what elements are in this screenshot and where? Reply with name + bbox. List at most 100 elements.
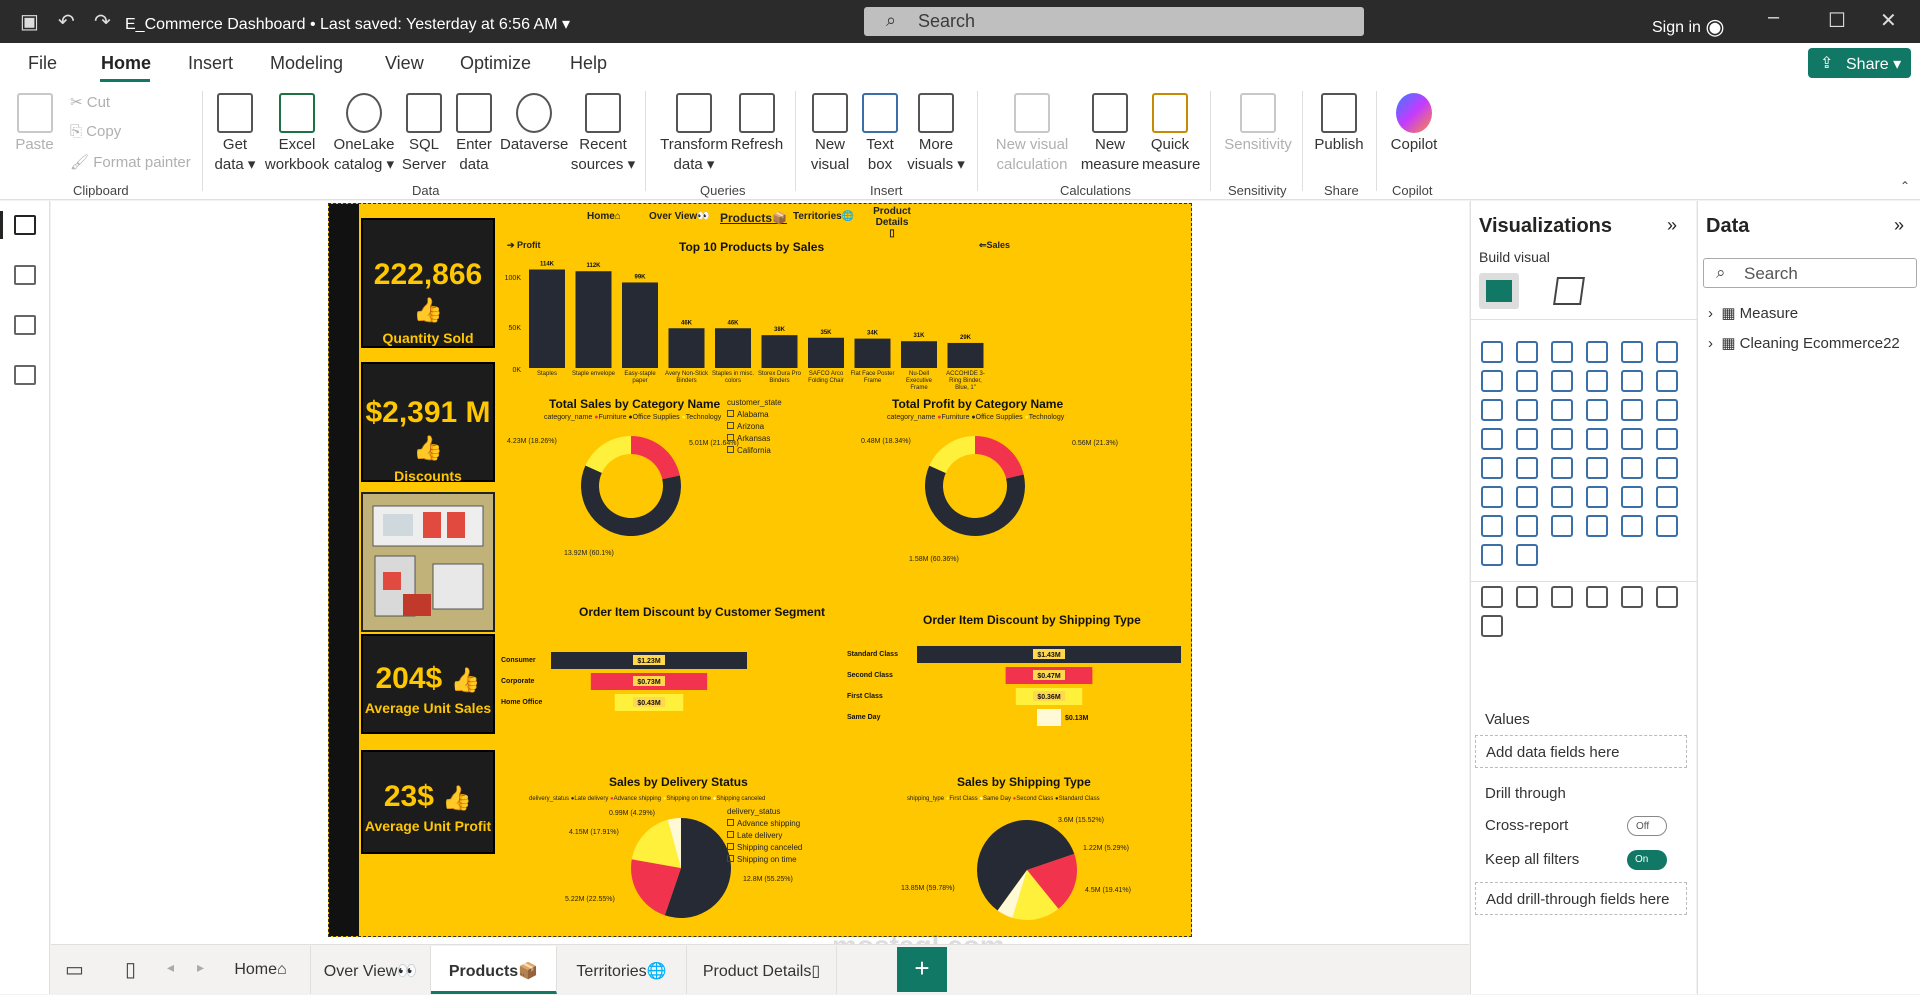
waterfall-icon[interactable] (1516, 399, 1538, 421)
menu-optimize[interactable]: Optimize (460, 53, 531, 74)
checkbox[interactable] (727, 855, 734, 862)
gauge-icon[interactable] (1656, 428, 1678, 450)
shape-map-icon[interactable] (1586, 428, 1608, 450)
menu-help[interactable]: Help (570, 53, 607, 74)
document-title[interactable]: E_Commerce Dashboard • Last saved: Yeste… (125, 14, 570, 34)
matrix-icon[interactable] (1656, 457, 1678, 479)
add-page-button[interactable]: + (897, 947, 947, 992)
table-view-icon[interactable] (14, 265, 36, 285)
undo-icon[interactable]: ↶ (58, 9, 75, 34)
checkbox[interactable] (727, 422, 734, 429)
menu-modeling[interactable]: Modeling (270, 53, 343, 74)
clustered-column-icon[interactable] (1586, 341, 1608, 363)
slicer-icon[interactable] (1586, 457, 1608, 479)
maximize-icon[interactable]: ☐ (1828, 8, 1846, 33)
kpi-discounts[interactable]: $2,391 M 👍 Discounts (361, 362, 495, 484)
mobile-layout-icon[interactable]: ▯ (125, 957, 136, 982)
redo-icon[interactable]: ↷ (94, 9, 111, 34)
clustered-bar-icon[interactable] (1551, 341, 1573, 363)
copy-button[interactable]: ⎘ Copy (70, 123, 121, 140)
more-visuals-icon[interactable] (1481, 544, 1503, 566)
checkbox[interactable] (727, 446, 734, 453)
tab-product-details[interactable]: Product Details▯ (687, 946, 837, 994)
new-visual-calculation-button[interactable]: New visual calculation (990, 93, 1074, 175)
report-nav-overview[interactable]: Over View👀 (649, 211, 710, 222)
text-box-button[interactable]: Text box (856, 93, 904, 175)
save-icon[interactable]: ▣ (20, 9, 39, 34)
ribbon-icon[interactable] (1481, 399, 1503, 421)
model-view-icon[interactable] (14, 315, 36, 335)
area-icon[interactable] (1516, 370, 1538, 392)
card-icon[interactable] (1481, 457, 1503, 479)
multi-row-card-icon[interactable] (1516, 457, 1538, 479)
scatter-icon[interactable] (1586, 399, 1608, 421)
line-icon[interactable] (1481, 370, 1503, 392)
collapse-ribbon-icon[interactable]: ⌃ (1900, 179, 1910, 193)
dataverse-button[interactable]: Dataverse (500, 93, 568, 155)
data-item-measure[interactable]: › ▦ Measure (1708, 304, 1798, 322)
ellipsis-icon[interactable] (1516, 544, 1538, 566)
menu-file[interactable]: File (28, 53, 57, 74)
collapse-visualizations-icon[interactable]: » (1667, 215, 1677, 236)
donut-icon[interactable] (1656, 399, 1678, 421)
stacked-area-icon[interactable] (1551, 370, 1573, 392)
dax-query-view-icon[interactable] (14, 365, 36, 385)
copilot-button[interactable]: Copilot (1386, 93, 1442, 155)
slicer-item[interactable]: Shipping canceled (727, 842, 802, 854)
tab-territories[interactable]: Territories🌐 (557, 946, 687, 994)
close-icon[interactable]: ✕ (1880, 8, 1897, 33)
custom-5-visual-icon[interactable] (1621, 586, 1643, 608)
delivery-status-slicer[interactable]: Advance shipping Late delivery Shipping ca… (727, 818, 802, 866)
get-data-button[interactable]: Get data ▾ (210, 93, 260, 175)
new-visual-button[interactable]: New visual (806, 93, 854, 175)
qa-icon[interactable] (1621, 486, 1643, 508)
checkbox[interactable] (727, 831, 734, 838)
slicer-item[interactable]: Shipping on time (727, 854, 802, 866)
stacked-column-icon[interactable] (1516, 341, 1538, 363)
kpi-average-unit-profit[interactable]: 23$ 👍 Average Unit Profit (361, 750, 495, 854)
checkbox[interactable] (727, 410, 734, 417)
new-measure-button[interactable]: New measure (1078, 93, 1142, 175)
report-nav-territories[interactable]: Territories🌐 (793, 211, 854, 222)
custom-6-visual-icon[interactable] (1656, 586, 1678, 608)
menu-view[interactable]: View (385, 53, 424, 74)
paste-button[interactable]: Paste (12, 93, 57, 155)
metrics-icon[interactable] (1481, 515, 1503, 537)
custom-4-visual-icon[interactable] (1586, 586, 1608, 608)
scroll-right-icon[interactable]: ▸ (197, 959, 204, 976)
build-visual-tab[interactable] (1479, 273, 1519, 309)
custom-7-visual-icon[interactable] (1481, 615, 1503, 637)
more-visuals-button[interactable]: More visuals ▾ (906, 93, 966, 175)
slicer-item[interactable]: Late delivery (727, 830, 802, 842)
slicer-item[interactable]: Advance shipping (727, 818, 802, 830)
cross-report-toggle[interactable]: Off (1627, 816, 1667, 836)
filled-map-icon[interactable] (1551, 428, 1573, 450)
key-influencers-icon[interactable] (1551, 486, 1573, 508)
slicer-item[interactable]: California (727, 445, 771, 457)
onelake-catalog-button[interactable]: OneLake catalog ▾ (332, 93, 396, 175)
arcgis-icon[interactable] (1656, 515, 1678, 537)
tab-over-view[interactable]: Over View👀 (311, 946, 431, 994)
format-painter-button[interactable]: 🖌 Format painter (70, 153, 191, 171)
python-visual-icon[interactable] (1516, 486, 1538, 508)
cut-button[interactable]: ✂ Cut (70, 93, 110, 111)
checkbox[interactable] (727, 843, 734, 850)
treemap-icon[interactable] (1481, 428, 1503, 450)
100-bar-icon[interactable] (1621, 341, 1643, 363)
search-input[interactable]: ⌕ Search (864, 7, 1364, 36)
data-item-cleaning-ecommerce22[interactable]: › ▦ Cleaning Ecommerce22 (1708, 334, 1900, 352)
checkbox[interactable] (727, 819, 734, 826)
r-visual-icon[interactable] (1481, 486, 1503, 508)
pie-icon[interactable] (1621, 399, 1643, 421)
custom-2-visual-icon[interactable] (1516, 586, 1538, 608)
100-area-icon[interactable] (1586, 370, 1608, 392)
publish-button[interactable]: Publish (1312, 93, 1366, 155)
decomposition-tree-icon[interactable] (1586, 486, 1608, 508)
custom-1-visual-icon[interactable] (1481, 586, 1503, 608)
report-nav-home[interactable]: Home⌂ (587, 211, 621, 222)
menu-insert[interactable]: Insert (188, 53, 233, 74)
narrative-icon[interactable] (1621, 515, 1643, 537)
transform-data-button[interactable]: Transform data ▾ (658, 93, 730, 175)
line-clustered-icon[interactable] (1656, 370, 1678, 392)
keep-all-filters-toggle[interactable]: On (1627, 850, 1667, 870)
